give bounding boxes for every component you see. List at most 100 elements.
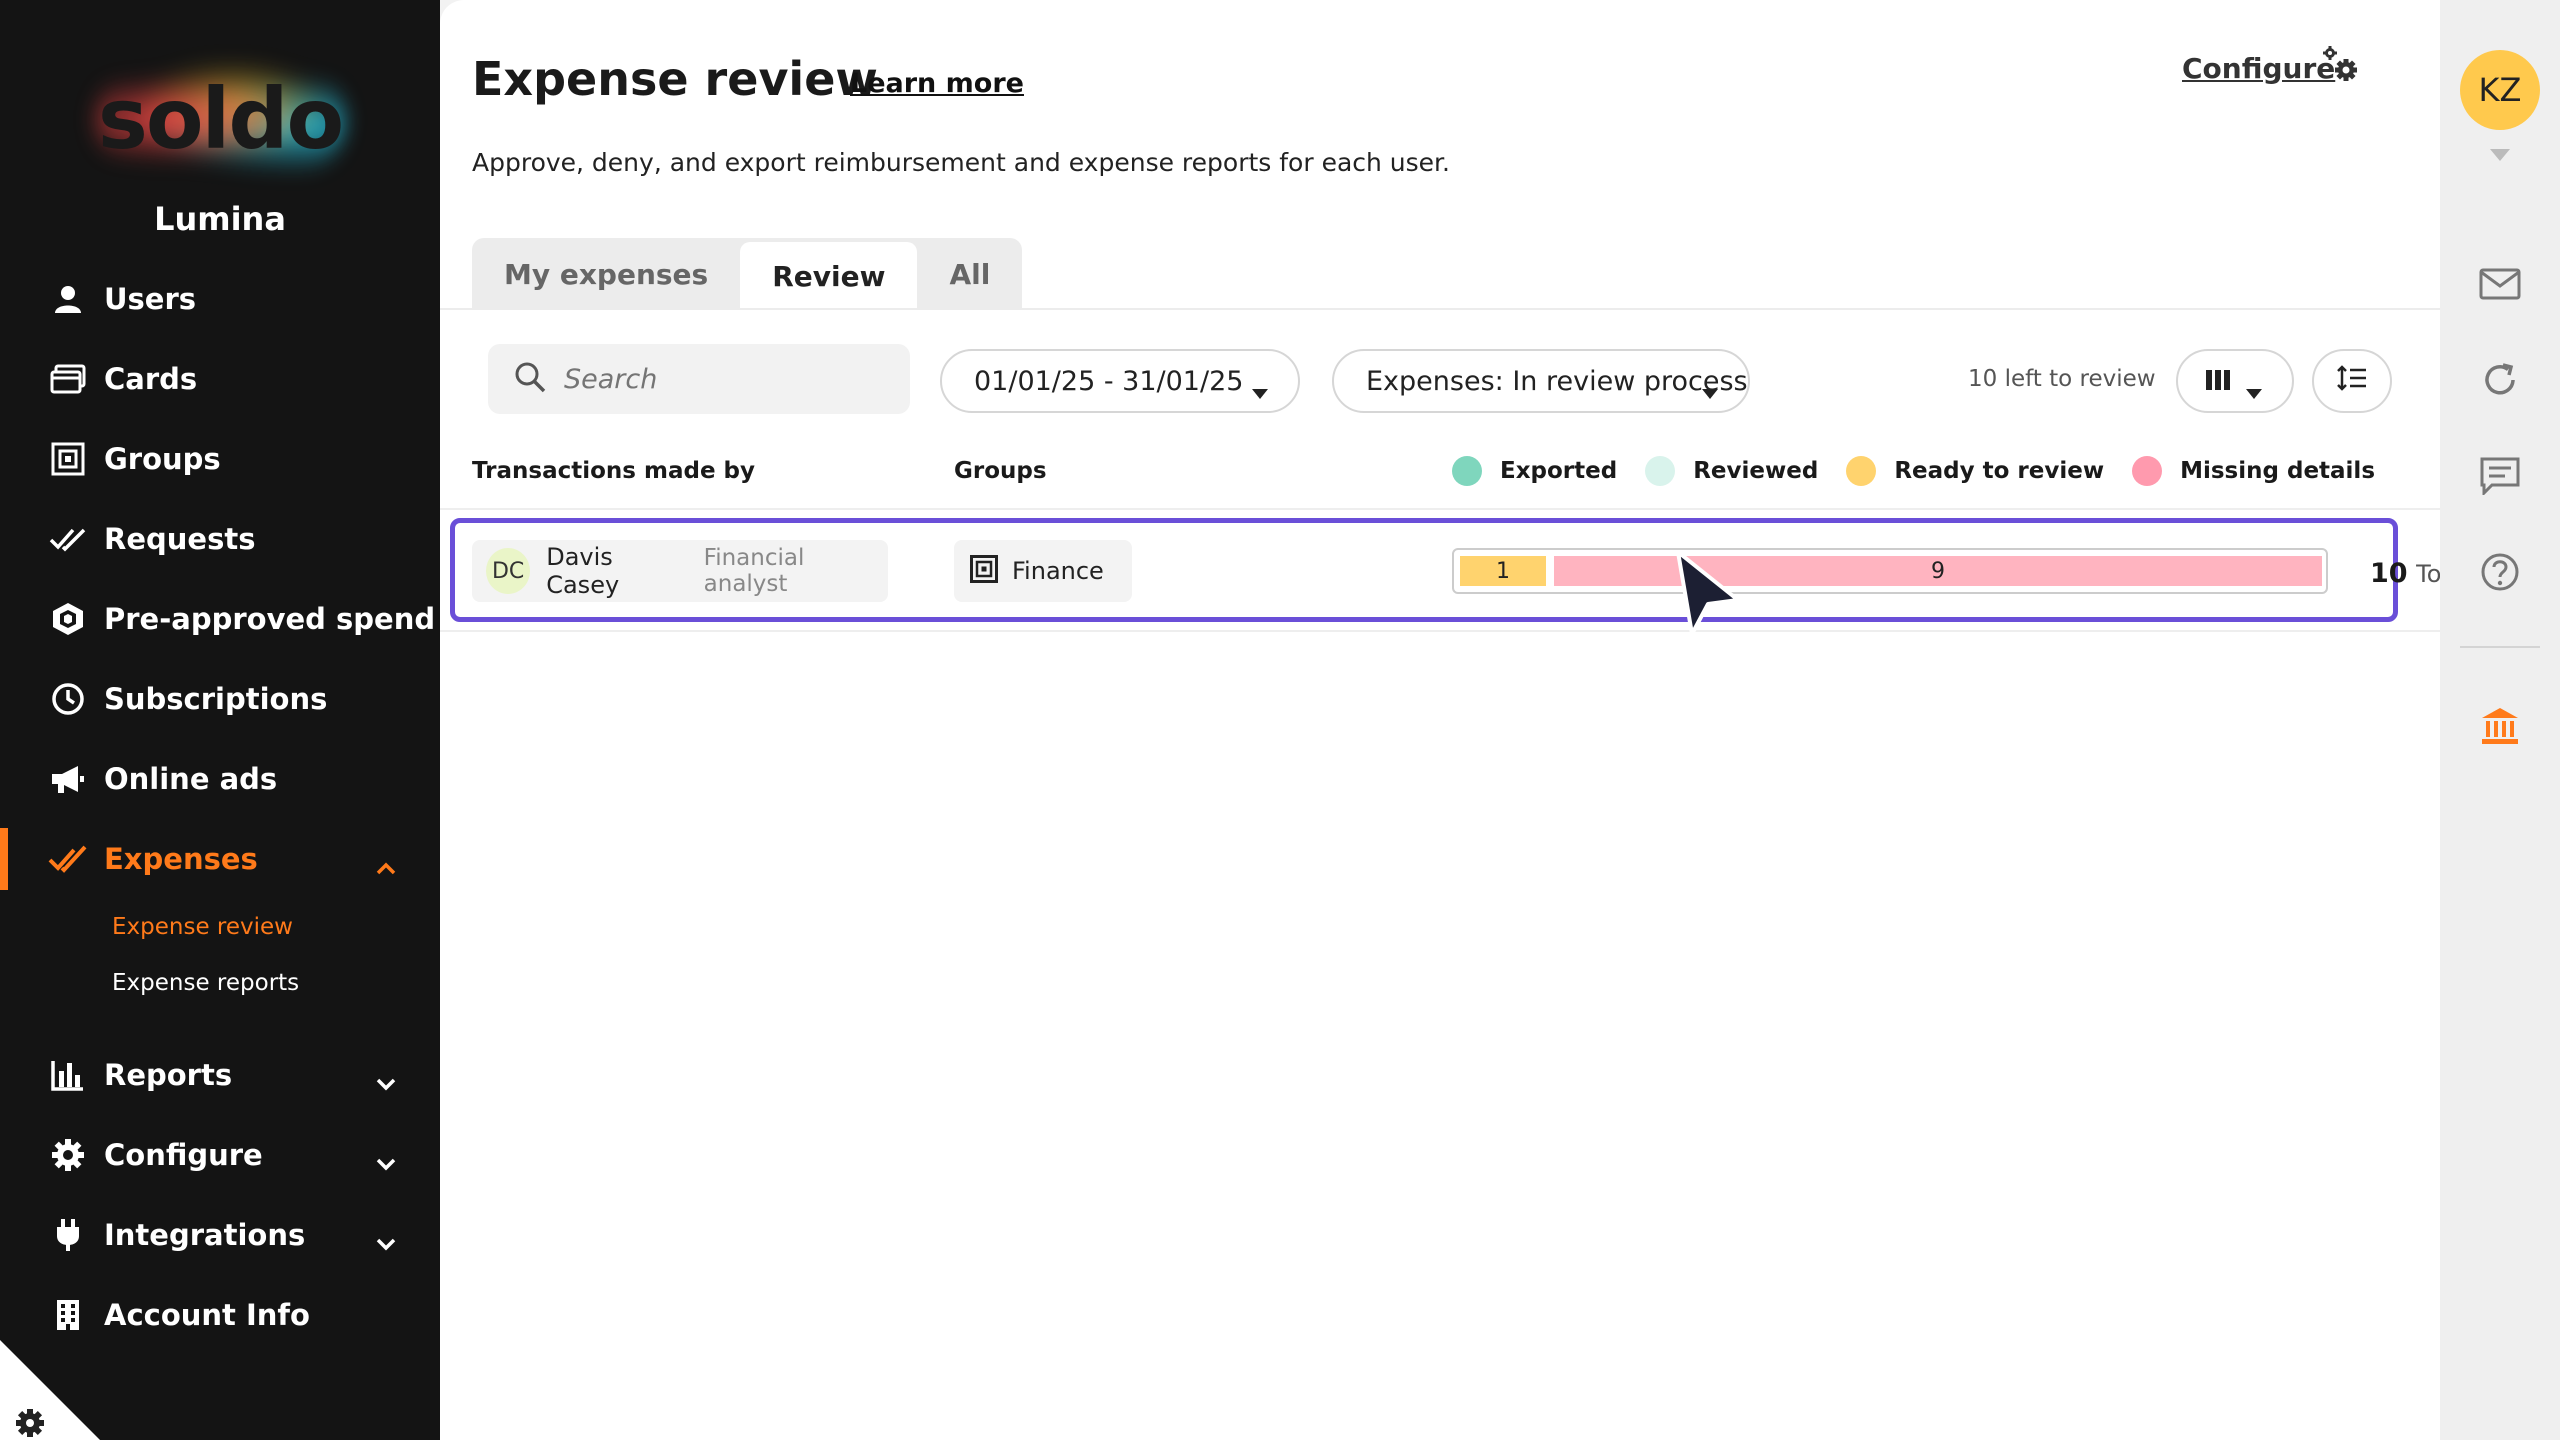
legend-dot xyxy=(2132,456,2163,486)
legend-item-exported: Exported xyxy=(1452,456,1617,486)
sidebar-item-label: Online ads xyxy=(104,762,278,796)
sidebar-item-users[interactable]: Users xyxy=(0,264,440,334)
sidebar-item-label: Configure xyxy=(104,1138,263,1172)
sort-button[interactable] xyxy=(2312,349,2392,413)
sidebar-item-requests[interactable]: Requests xyxy=(0,504,440,574)
legend-label: Ready to review xyxy=(1894,458,2105,484)
group-name: Finance xyxy=(1012,557,1104,585)
sidebar-item-label: Reports xyxy=(104,1058,233,1092)
column-header-transactions[interactable]: Transactions made by xyxy=(472,458,755,484)
sidebar-item-configure[interactable]: Configure xyxy=(0,1120,440,1190)
sidebar-item-pre-approved-spend[interactable]: Pre-approved spend xyxy=(0,584,440,654)
page-description: Approve, deny, and export reimbursement … xyxy=(472,148,1450,177)
date-range-dropdown[interactable]: 01/01/25 - 31/01/25 xyxy=(940,349,1300,413)
total-value: 10 xyxy=(2370,558,2408,589)
settings-corner-icon[interactable] xyxy=(0,1340,100,1440)
caret-down-icon xyxy=(2246,375,2262,406)
left-to-review-count: 10 left to review xyxy=(1968,366,2156,392)
search-box[interactable] xyxy=(488,344,910,414)
sidebar-item-label: Subscriptions xyxy=(104,682,328,716)
rail-divider xyxy=(2460,646,2540,648)
user-icon xyxy=(46,277,90,321)
row-divider xyxy=(440,630,2440,632)
sidebar-item-label: Expenses xyxy=(104,842,258,876)
legend-label: Missing details xyxy=(2180,458,2376,484)
date-range-value: 01/01/25 - 31/01/25 xyxy=(974,365,1244,397)
sidebar-item-integrations[interactable]: Integrations xyxy=(0,1200,440,1270)
learn-more-link[interactable]: Learn more xyxy=(850,68,1024,99)
tab-divider xyxy=(440,308,2440,310)
column-header-groups[interactable]: Groups xyxy=(954,458,1047,484)
total-count: 10 Tot xyxy=(2370,558,2440,589)
sidebar-item-expenses[interactable]: Expenses xyxy=(0,824,440,894)
configure-link[interactable]: Configure xyxy=(2182,52,2335,85)
tab-bar: My expenses Review All xyxy=(472,238,1023,310)
page-title: Expense review xyxy=(472,52,878,106)
tab-review[interactable]: Review xyxy=(740,242,918,310)
search-input[interactable] xyxy=(564,363,884,395)
status-legend: Exported Reviewed Ready to review Missin… xyxy=(1452,456,2403,486)
tab-my-expenses[interactable]: My expenses xyxy=(472,238,740,310)
bank-icon[interactable] xyxy=(2478,704,2522,748)
chat-icon[interactable] xyxy=(2478,454,2522,498)
gears-icon[interactable] xyxy=(2320,44,2360,88)
columns-icon xyxy=(2206,366,2230,397)
group-chip[interactable]: Finance xyxy=(954,540,1132,602)
legend-item-missing-details: Missing details xyxy=(2132,456,2375,486)
status-progress-bar[interactable]: 1 9 xyxy=(1452,548,2328,594)
chevron-down-icon[interactable] xyxy=(376,1064,396,1098)
ready-count: 1 xyxy=(1496,558,1510,584)
clock-icon xyxy=(46,677,90,721)
table-header-divider xyxy=(440,508,2440,510)
requests-icon xyxy=(46,517,90,561)
organization-name: Lumina xyxy=(154,200,286,238)
sidebar-subitem-expense-reports[interactable]: Expense reports xyxy=(112,970,299,996)
checkmark-icon xyxy=(46,837,90,881)
missing-count: 9 xyxy=(1931,558,1945,584)
caret-down-icon[interactable] xyxy=(2490,146,2510,165)
legend-item-ready-to-review: Ready to review xyxy=(1846,456,2104,486)
columns-toggle-button[interactable] xyxy=(2176,349,2294,413)
sidebar: soldo Lumina Users Cards Groups Requests… xyxy=(0,0,440,1440)
sidebar-item-reports[interactable]: Reports xyxy=(0,1040,440,1110)
sidebar-item-label: Integrations xyxy=(104,1218,306,1252)
total-label: Tot xyxy=(2416,560,2440,588)
groups-icon xyxy=(46,437,90,481)
tab-all[interactable]: All xyxy=(917,238,1022,310)
sidebar-subitem-expense-review[interactable]: Expense review xyxy=(112,914,293,940)
help-icon[interactable] xyxy=(2478,550,2522,594)
user-chip[interactable]: DC Davis Casey Financial analyst xyxy=(472,540,888,602)
user-role: Financial analyst xyxy=(703,545,805,597)
legend-label: Exported xyxy=(1500,458,1618,484)
user-name: Davis Casey xyxy=(546,543,620,599)
sidebar-item-online-ads[interactable]: Online ads xyxy=(0,744,440,814)
sidebar-item-groups[interactable]: Groups xyxy=(0,424,440,494)
status-filter-dropdown[interactable]: Expenses: In review process xyxy=(1332,349,1750,413)
building-icon xyxy=(46,1293,90,1337)
legend-dot xyxy=(1452,456,1482,486)
shield-icon xyxy=(46,597,90,641)
account-avatar[interactable]: KZ xyxy=(2460,50,2540,130)
sidebar-item-subscriptions[interactable]: Subscriptions xyxy=(0,664,440,734)
bar-segment-ready-to-review[interactable]: 1 xyxy=(1460,556,1546,586)
chevron-up-icon[interactable] xyxy=(376,848,396,882)
sidebar-item-label: Groups xyxy=(104,442,221,476)
gear-icon xyxy=(46,1133,90,1177)
sidebar-item-label: Requests xyxy=(104,522,256,556)
bar-segment-missing-details[interactable]: 9 xyxy=(1554,556,2322,586)
right-rail: KZ xyxy=(2440,0,2560,1440)
caret-down-icon xyxy=(1252,375,1268,406)
sidebar-item-cards[interactable]: Cards xyxy=(0,344,440,414)
sidebar-item-label: Account Info xyxy=(104,1298,310,1332)
chevron-down-icon[interactable] xyxy=(376,1224,396,1258)
search-icon xyxy=(514,361,546,397)
megaphone-icon xyxy=(46,757,90,801)
caret-down-icon xyxy=(1702,375,1718,406)
refresh-icon[interactable] xyxy=(2478,358,2522,402)
plug-icon xyxy=(46,1213,90,1257)
mail-icon[interactable] xyxy=(2478,262,2522,306)
sort-icon xyxy=(2337,364,2367,398)
legend-item-reviewed: Reviewed xyxy=(1645,456,1818,486)
chevron-down-icon[interactable] xyxy=(376,1144,396,1178)
main-content: Expense review Learn more Configure Appr… xyxy=(440,0,2440,1440)
